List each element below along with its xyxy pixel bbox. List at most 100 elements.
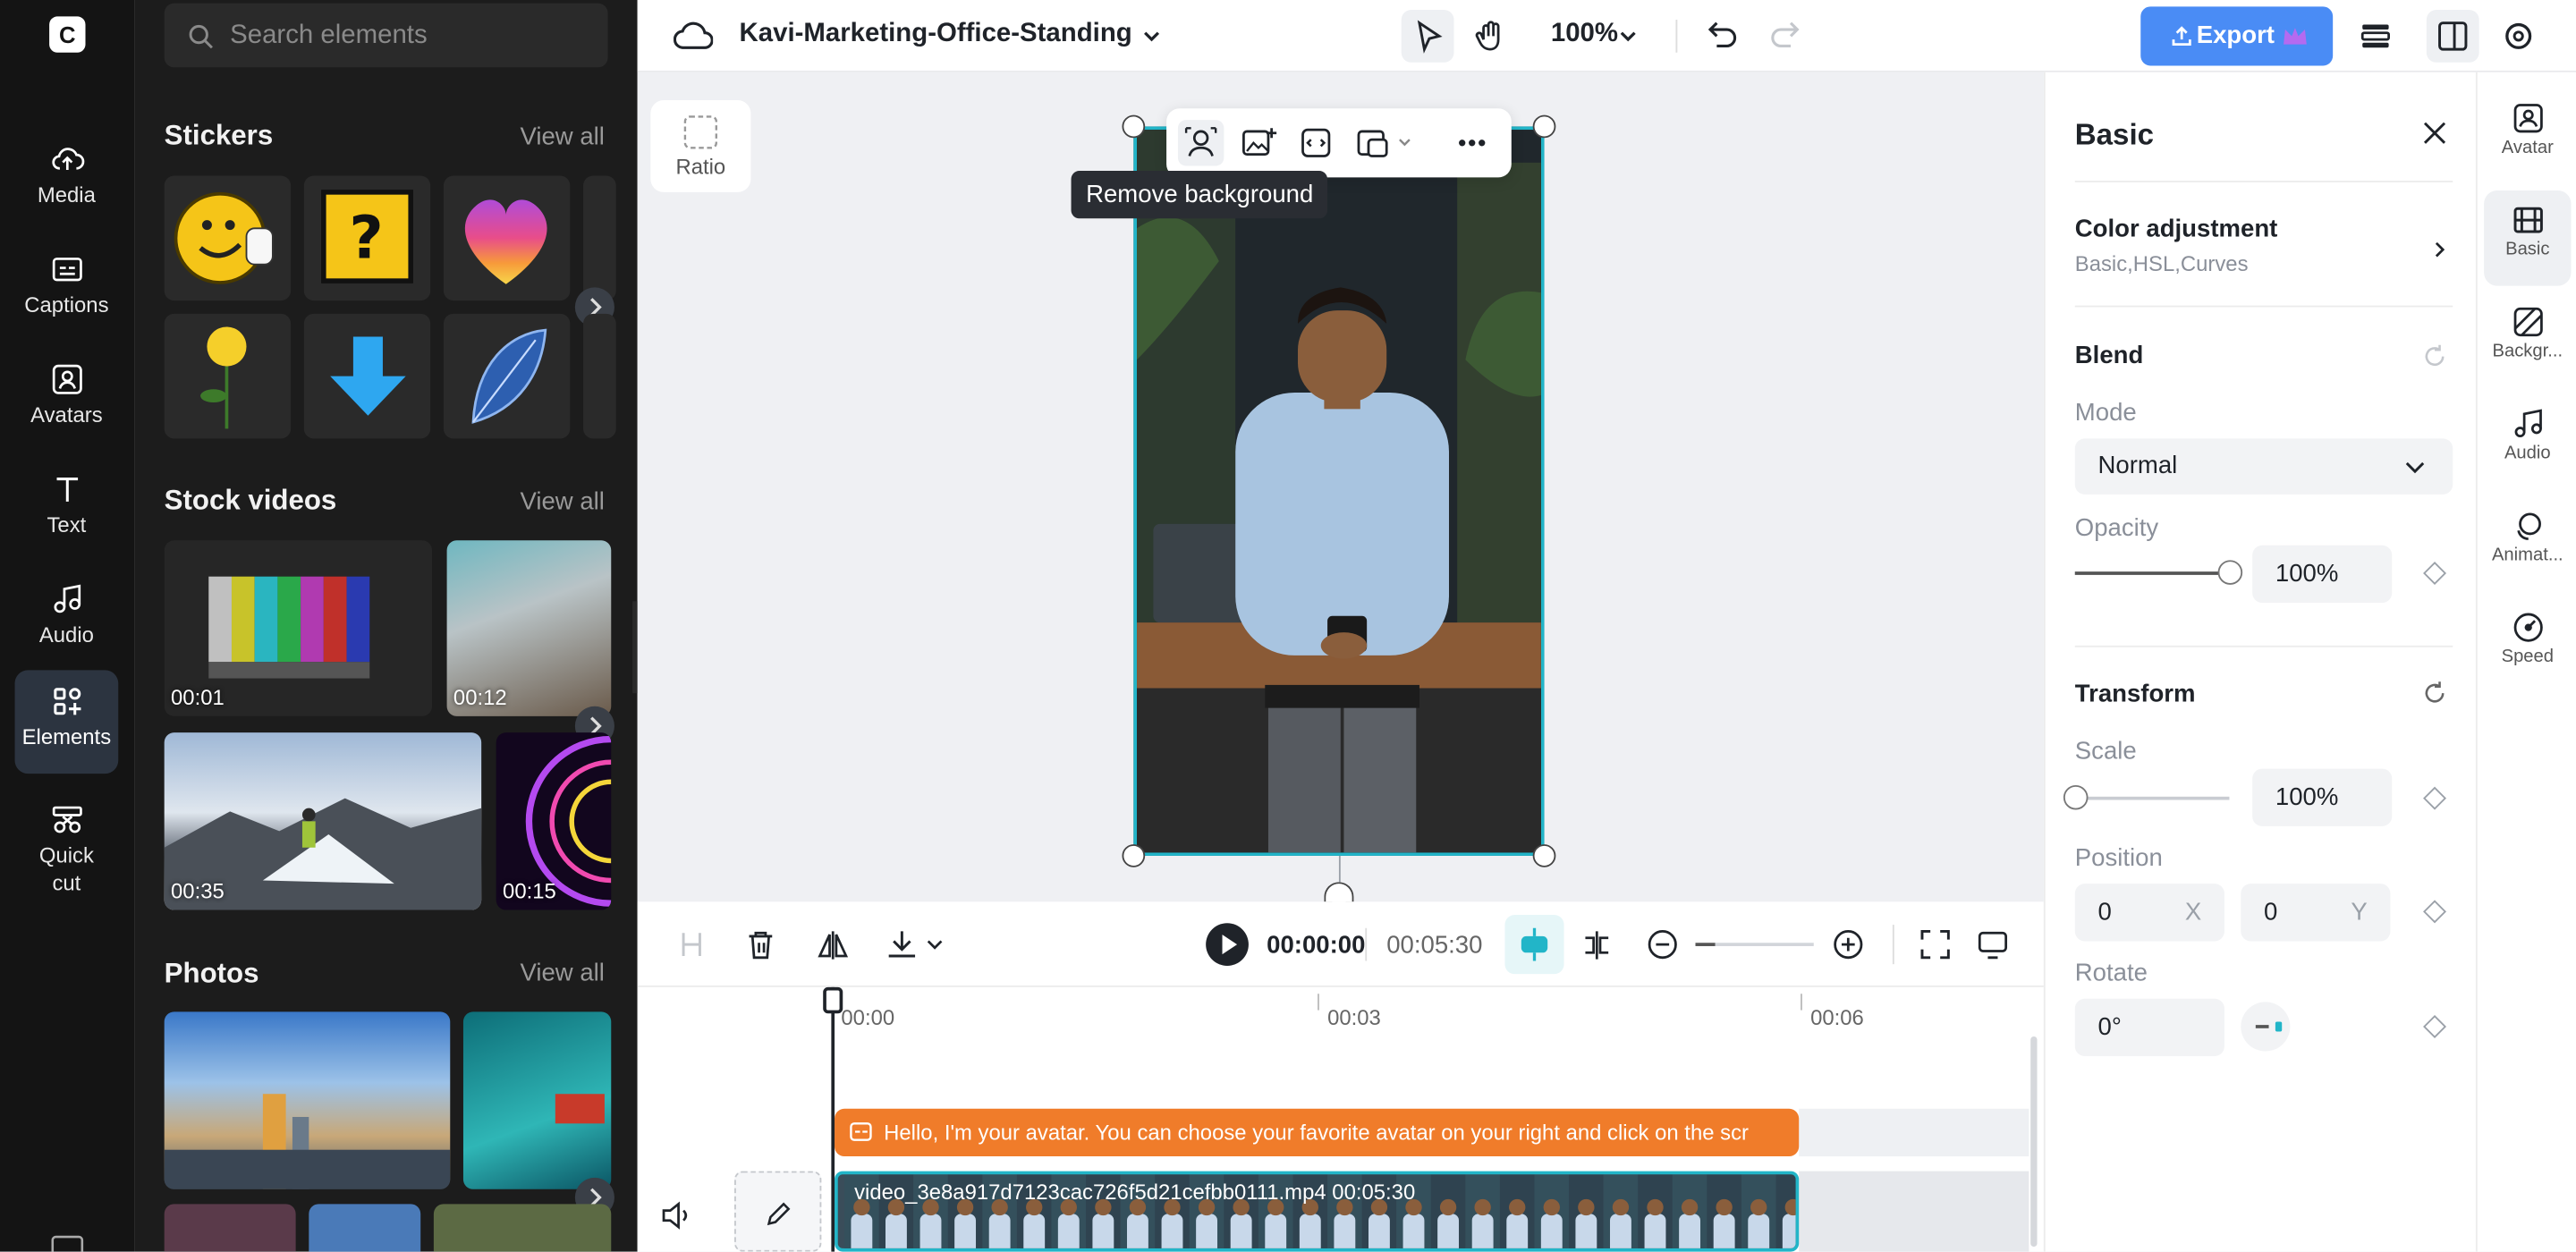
rail-item-elements[interactable]: Elements xyxy=(14,670,119,774)
replace-image-button[interactable] xyxy=(1235,120,1281,165)
scale-slider-knob[interactable] xyxy=(2063,784,2089,810)
sticker-tile[interactable] xyxy=(164,313,292,439)
photo-item[interactable] xyxy=(433,1204,612,1252)
reset-icon[interactable] xyxy=(2421,680,2447,706)
resize-handle-top-left[interactable] xyxy=(1122,114,1146,139)
sticker-tile[interactable] xyxy=(303,313,431,439)
scale-input[interactable]: 100% xyxy=(2252,768,2393,826)
rail-item-captions[interactable]: Captions xyxy=(15,238,119,340)
stickers-view-all[interactable]: View all xyxy=(520,123,604,151)
hand-tool-button[interactable] xyxy=(1465,10,1518,63)
photo-item[interactable] xyxy=(309,1204,421,1252)
rail-item-avatars[interactable]: Avatars xyxy=(15,348,119,450)
chevron-down-icon[interactable] xyxy=(925,935,945,954)
stock-videos-view-all[interactable]: View all xyxy=(520,488,604,516)
chevron-down-icon[interactable] xyxy=(1140,25,1164,48)
undo-button[interactable] xyxy=(1694,10,1747,63)
timeline[interactable]: 00:00 00:03 00:06 Hello, I'm your avatar… xyxy=(637,986,2044,1252)
rail-item-media[interactable]: Media xyxy=(15,128,119,230)
stock-video-item[interactable]: 00:15 xyxy=(496,732,612,910)
resize-handle-top-right[interactable] xyxy=(1532,114,1556,139)
photos-view-all[interactable]: View all xyxy=(520,960,604,987)
blend-mode-select[interactable]: Normal xyxy=(2074,438,2453,495)
monitor-icon[interactable] xyxy=(1975,926,2011,962)
rotate-dial[interactable] xyxy=(2241,1002,2291,1052)
edit-track-button[interactable] xyxy=(734,1171,822,1252)
mute-button[interactable] xyxy=(654,1197,703,1233)
tab-speed[interactable]: Speed xyxy=(2484,598,2571,694)
stock-video-item[interactable]: 00:12 xyxy=(446,540,612,716)
stock-video-item[interactable]: 00:01 xyxy=(164,540,433,716)
export-button[interactable]: Export xyxy=(2140,6,2334,66)
split-icon[interactable] xyxy=(674,926,709,962)
trash-icon[interactable] xyxy=(742,926,778,962)
download-icon[interactable] xyxy=(884,926,919,962)
auto-snap-button[interactable] xyxy=(1504,915,1564,975)
keyframe-diamond-icon[interactable] xyxy=(2423,562,2447,586)
playhead[interactable] xyxy=(831,986,835,1252)
keyframe-diamond-icon[interactable] xyxy=(2423,900,2447,924)
sticker-tile[interactable] xyxy=(583,175,616,301)
zoom-slider[interactable] xyxy=(1695,943,1814,946)
split-scene-icon[interactable] xyxy=(1579,926,1614,962)
opacity-slider[interactable] xyxy=(2074,560,2243,585)
more-options-button[interactable] xyxy=(1449,120,1495,165)
opacity-input[interactable]: 100% xyxy=(2252,545,2393,604)
canvas-area[interactable]: Ratio Remove background xyxy=(637,72,2044,902)
reset-icon[interactable] xyxy=(2421,343,2447,369)
zoom-out-icon[interactable] xyxy=(1645,926,1681,962)
tab-background[interactable]: Backgr... xyxy=(2484,292,2571,388)
scale-slider[interactable] xyxy=(2063,784,2230,810)
photo-item[interactable] xyxy=(164,1204,296,1252)
tab-basic[interactable]: Basic xyxy=(2484,190,2572,286)
flip-icon[interactable] xyxy=(815,926,851,962)
crop-button[interactable] xyxy=(1293,120,1339,165)
video-frame[interactable] xyxy=(1133,126,1545,856)
stock-video-item[interactable]: 00:35 xyxy=(164,732,482,910)
rotate-handle[interactable] xyxy=(1324,882,1354,902)
search-input[interactable] xyxy=(230,3,592,68)
timeline-scrollbar[interactable] xyxy=(2030,1036,2038,1248)
position-y-input[interactable]: 0 Y xyxy=(2241,884,2391,942)
app-logo[interactable]: C xyxy=(49,16,86,53)
redo-button[interactable] xyxy=(1761,10,1814,63)
resize-handle-bottom-right[interactable] xyxy=(1532,844,1556,867)
keyframe-diamond-icon[interactable] xyxy=(2423,786,2447,810)
position-x-input[interactable]: 0 X xyxy=(2074,884,2224,942)
rail-item-text[interactable]: Text xyxy=(15,458,119,560)
resize-handle-bottom-left[interactable] xyxy=(1122,844,1146,867)
fullscreen-icon[interactable] xyxy=(1917,926,1953,962)
project-title[interactable]: Kavi-Marketing-Office-Standing xyxy=(740,20,1132,49)
tab-audio[interactable]: Audio xyxy=(2484,394,2571,490)
select-tool-button[interactable] xyxy=(1401,10,1454,63)
photo-item[interactable] xyxy=(164,1011,451,1189)
video-clip[interactable]: video_3e8a917d7123cac726f5d21cefbb0111.m… xyxy=(835,1171,1800,1252)
sticker-tile[interactable] xyxy=(443,313,571,439)
tab-animation[interactable]: Animat... xyxy=(2484,496,2571,592)
caption-clip[interactable]: Hello, I'm your avatar. You can choose y… xyxy=(835,1108,1800,1157)
layers-button[interactable] xyxy=(2350,10,2402,63)
cloud-save-icon[interactable] xyxy=(674,18,714,54)
zoom-in-icon[interactable] xyxy=(1830,926,1866,962)
play-button[interactable] xyxy=(1206,923,1249,966)
opacity-slider-knob[interactable] xyxy=(2217,560,2243,585)
tab-avatar[interactable]: Avatar xyxy=(2484,89,2571,184)
color-adjustment-title[interactable]: Color adjustment xyxy=(2075,216,2278,243)
settings-button[interactable] xyxy=(2492,10,2545,63)
search-box[interactable] xyxy=(164,3,608,68)
rail-item-audio[interactable]: Audio xyxy=(15,569,119,671)
rotate-input[interactable]: 0° xyxy=(2074,998,2224,1057)
keyframe-diamond-icon[interactable] xyxy=(2423,1014,2447,1038)
playhead-handle[interactable] xyxy=(823,986,843,1014)
chevron-right-icon[interactable] xyxy=(2430,238,2450,261)
more-icon[interactable] xyxy=(51,1235,84,1252)
zoom-level[interactable]: 100% xyxy=(1551,20,1618,49)
sticker-tile[interactable]: ? xyxy=(303,175,431,301)
sticker-tile[interactable] xyxy=(583,313,616,439)
toggle-panel-button[interactable] xyxy=(2426,10,2479,63)
rail-item-quick-cut[interactable]: Quick cut xyxy=(15,789,119,904)
close-icon[interactable] xyxy=(2421,120,2447,146)
sticker-tile[interactable] xyxy=(164,175,292,301)
photo-item[interactable] xyxy=(462,1011,612,1189)
chevron-down-icon[interactable] xyxy=(1616,25,1640,48)
